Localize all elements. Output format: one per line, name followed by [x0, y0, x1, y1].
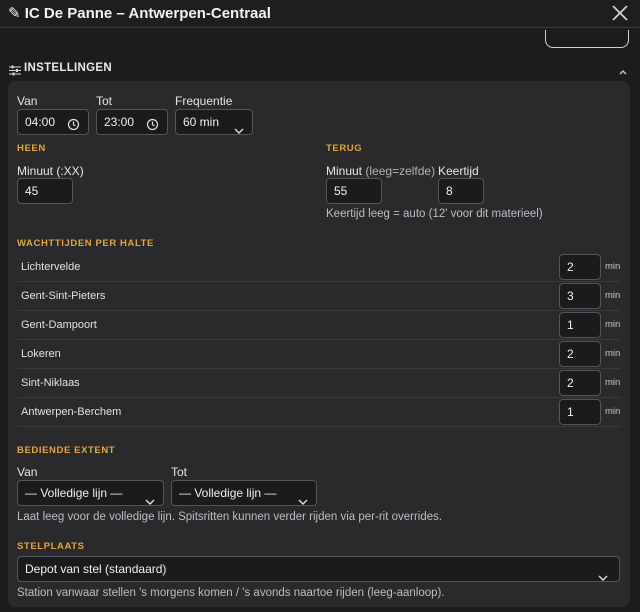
van-time-value: 04:00 [25, 115, 56, 129]
terug-minuut-label-row: Minuut (leeg=zelfde) [326, 164, 435, 178]
terug-minuut-input[interactable]: 55 [326, 178, 382, 204]
extent-tot-value: — Volledige lijn — [179, 486, 277, 500]
halte-name: Lichtervelde [21, 261, 81, 273]
chevron-down-icon [598, 566, 608, 590]
extent-note: Laat leeg voor de volledige lijn. Spitsr… [17, 511, 443, 523]
wachttijd-input[interactable]: 2 [559, 254, 601, 280]
sliders-icon [9, 63, 21, 81]
halte-name: Gent-Sint-Pieters [21, 290, 106, 302]
extent-van-value: — Volledige lijn — [25, 486, 123, 500]
extent-tot-select[interactable]: — Volledige lijn — [171, 480, 317, 506]
extent-tot-label: Tot [171, 465, 188, 479]
frequentie-value: 60 min [183, 115, 220, 129]
wachttijd-input[interactable]: 2 [559, 341, 601, 367]
settings-section-header[interactable]: INSTELLINGEN [0, 57, 640, 81]
wachttijd-row: Antwerpen-Berchem 1 min [17, 398, 621, 427]
wachttijd-row: Gent-Sint-Pieters 3 min [17, 282, 621, 311]
chevron-down-icon [234, 119, 244, 143]
heen-minuut-input[interactable]: 45 [17, 178, 73, 204]
halte-name: Gent-Dampoort [21, 319, 97, 331]
tot-time-input[interactable]: 23:00 [96, 109, 168, 135]
frequentie-label: Frequentie [175, 94, 233, 108]
min-unit: min [605, 377, 621, 388]
min-unit: min [605, 290, 621, 301]
wachttijd-row: Lichtervelde 2 min [17, 253, 621, 282]
wachttijden-heading: WACHTTIJDEN PER HALTE [17, 238, 154, 249]
van-time-input[interactable]: 04:00 [17, 109, 89, 135]
stelplaats-value: Depot van stel (standaard) [25, 562, 167, 576]
keertijd-note: Keertijd leeg = auto (12' voor dit mater… [326, 208, 543, 220]
stelplaats-select[interactable]: Depot van stel (standaard) [17, 556, 620, 582]
heen-minuut-label: Minuut (:XX) [17, 164, 84, 178]
terug-minuut-label: Minuut [326, 164, 363, 178]
settings-title: INSTELLINGEN [24, 62, 112, 74]
wachttijd-input[interactable]: 3 [559, 283, 601, 309]
wachttijd-row: Lokeren 2 min [17, 340, 621, 369]
extent-heading: BEDIENDE EXTENT [17, 445, 116, 456]
frequentie-select[interactable]: 60 min [175, 109, 253, 135]
wachttijd-input[interactable]: 1 [559, 312, 601, 338]
wachttijd-row: Gent-Dampoort 1 min [17, 311, 621, 340]
terug-minuut-hint: (leeg=zelfde) [365, 164, 436, 178]
halte-name: Lokeren [21, 348, 61, 360]
extent-van-label: Van [17, 465, 38, 479]
min-unit: min [605, 319, 621, 330]
close-icon[interactable] [610, 2, 630, 24]
keertijd-label: Keertijd [438, 164, 479, 178]
window-titlebar: ✎ IC De Panne – Antwerpen-Centraal [0, 0, 640, 28]
min-unit: min [605, 348, 621, 359]
keertijd-input[interactable]: 8 [438, 178, 484, 204]
heen-heading: HEEN [17, 143, 46, 154]
stelplaats-note: Station vanwaar stellen 's morgens komen… [17, 587, 445, 599]
min-unit: min [605, 261, 621, 272]
clock-icon [146, 115, 159, 139]
tot-label: Tot [96, 94, 113, 108]
halte-name: Antwerpen-Berchem [21, 406, 122, 418]
tot-time-value: 23:00 [104, 115, 135, 129]
min-unit: min [605, 406, 621, 417]
stelplaats-heading: STELPLAATS [17, 541, 85, 552]
wachttijd-row: Sint-Niklaas 2 min [17, 369, 621, 398]
halte-name: Sint-Niklaas [21, 377, 80, 389]
chevron-up-icon[interactable] [618, 63, 628, 81]
wachttijd-input[interactable]: 2 [559, 370, 601, 396]
window-title: ✎ IC De Panne – Antwerpen-Centraal [8, 5, 271, 22]
van-label: Van [17, 94, 38, 108]
clock-icon [67, 115, 80, 139]
partial-input-field[interactable] [545, 30, 629, 48]
extent-van-select[interactable]: — Volledige lijn — [17, 480, 164, 506]
wachttijd-input[interactable]: 1 [559, 399, 601, 425]
terug-heading: TERUG [326, 143, 363, 154]
